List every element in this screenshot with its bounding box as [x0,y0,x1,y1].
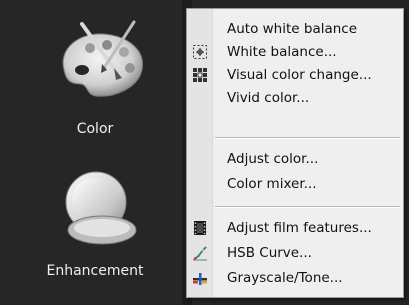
menu-item-label: Grayscale/Tone... [227,270,343,286]
menu-separator [215,137,400,139]
color-grid-icon [192,67,208,83]
menu-item-visual-color-change[interactable]: Visual color change... [187,64,403,86]
tool-panel: Color Enhancement [0,0,200,305]
enhancement-tool-button[interactable]: Enhancement [0,150,200,305]
enhancement-tool-label: Enhancement [46,263,144,279]
menu-item-auto-white-balance[interactable]: Auto white balance [187,18,403,40]
palette-icon [62,20,144,97]
menu-item-grayscale-tone[interactable]: Grayscale/Tone... [187,267,403,289]
context-menu: Auto white balance White balance... Visu… [186,8,404,298]
menu-item-label: HSB Curve... [227,245,312,261]
menu-item-adjust-film-features[interactable]: Adjust film features... [187,217,403,239]
menu-item-adjust-color[interactable]: Adjust color... [187,148,403,170]
menu-item-label: Auto white balance [227,21,358,37]
film-icon [192,220,208,236]
menu-item-label: Adjust color... [227,151,319,167]
grayscale-icon [192,270,208,286]
menu-item-label: Color mixer... [227,176,317,192]
eyedropper-target-icon [192,44,208,60]
menu-item-label: Vivid color... [227,90,310,106]
color-tool-button[interactable]: Color [0,0,200,150]
compact-mirror-icon [65,171,137,245]
menu-item-white-balance[interactable]: White balance... [187,41,403,63]
menu-item-label: Visual color change... [227,67,372,83]
curve-icon [192,245,208,261]
menu-separator [215,206,400,208]
menu-item-label: Adjust film features... [227,220,372,236]
menu-item-label: White balance... [227,44,337,60]
menu-item-color-mixer[interactable]: Color mixer... [187,173,403,195]
color-tool-label: Color [76,121,114,137]
menu-item-hsb-curve[interactable]: HSB Curve... [187,242,403,264]
menu-item-vivid-color[interactable]: Vivid color... [187,87,403,109]
